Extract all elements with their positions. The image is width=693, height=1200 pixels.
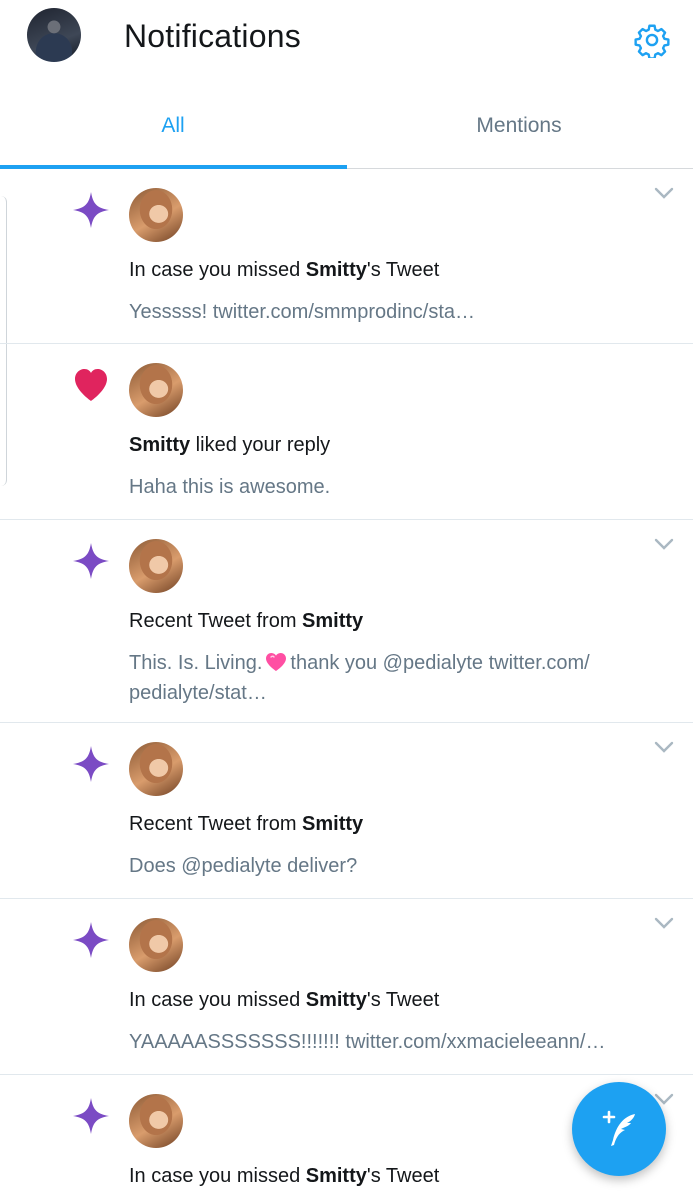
notification-preview: Haha this is awesome. [129,476,331,498]
avatar[interactable] [129,363,183,417]
avatar[interactable] [129,188,183,242]
sparkle-icon [70,1095,112,1137]
avatar[interactable] [129,918,183,972]
chevron-down-icon[interactable] [654,740,674,754]
tab-mentions[interactable]: Mentions [346,84,692,168]
compose-tweet-button[interactable] [572,1082,666,1176]
sparkle-icon [70,540,112,582]
notification-item[interactable]: Recent Tweet from Smitty This. Is. Livin… [0,520,693,723]
pink-heart-emoji-icon [266,653,287,671]
notification-item[interactable]: Recent Tweet from Smitty Does @pedialyte… [0,723,693,899]
sparkle-icon [70,189,112,231]
notification-preview: Does @pedialyte deliver? [129,855,358,877]
avatar[interactable] [129,539,183,593]
heart-icon [70,364,112,406]
notification-headline: In case you missed Smitty's Tweet [129,1165,440,1187]
notification-preview: Yesssss! twitter.com/smmprodinc/sta… [129,301,476,323]
gear-icon [634,24,670,58]
notification-list: In case you missed Smitty's Tweet Yessss… [0,169,693,1200]
notification-preview: This. Is. Living. thank you @pedialyte tw… [129,652,590,704]
notification-headline: In case you missed Smitty's Tweet [129,989,440,1011]
app: Notifications All Mentions In case you m… [0,0,693,1200]
header: Notifications [0,0,693,84]
sparkle-icon [70,919,112,961]
chevron-down-icon[interactable] [654,916,674,930]
notification-item[interactable]: In case you missed Smitty's Tweet YAAAAA… [0,899,693,1075]
notification-headline: Recent Tweet from Smitty [129,610,364,632]
notification-headline: In case you missed Smitty's Tweet [129,259,440,281]
tab-all[interactable]: All [0,84,346,168]
notification-headline: Smitty liked your reply [129,434,331,456]
profile-avatar[interactable] [27,8,81,62]
chevron-down-icon[interactable] [654,186,674,200]
sparkle-icon [70,743,112,785]
notification-item[interactable]: Smitty liked your reply Haha this is awe… [0,344,693,520]
tab-bar: All Mentions [0,84,693,169]
chevron-down-icon[interactable] [654,537,674,551]
notification-headline: Recent Tweet from Smitty [129,813,364,835]
notification-item[interactable]: In case you missed Smitty's Tweet Yessss… [0,169,693,344]
page-title: Notifications [124,18,301,54]
compose-tweet-icon [602,1110,635,1146]
avatar[interactable] [129,1094,183,1148]
notification-preview: YAAAAASSSSSSS!!!!!!! twitter.com/xxmacie… [129,1031,606,1053]
settings-button[interactable] [632,20,672,60]
avatar[interactable] [129,742,183,796]
